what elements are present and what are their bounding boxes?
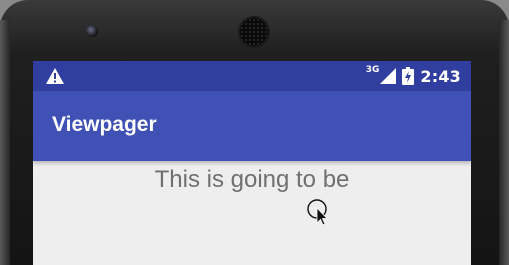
- bezel-left-edge: [0, 20, 10, 265]
- page-content-text: This is going to be: [154, 166, 350, 193]
- proximity-sensor: [404, 27, 410, 33]
- status-bar: 3G 2:43: [33, 61, 471, 91]
- app-title: Viewpager: [52, 113, 157, 136]
- light-sensor: [420, 27, 426, 33]
- device-screen: 3G 2:43 Viewpager This is going to be: [33, 61, 471, 265]
- bezel-right-edge: [499, 20, 509, 265]
- earpiece-speaker: [240, 18, 268, 46]
- app-toolbar: Viewpager: [33, 91, 471, 161]
- warning-icon: [46, 68, 64, 84]
- mouse-cursor-icon: [307, 199, 328, 226]
- status-indicators: 3G 2:43: [366, 61, 461, 91]
- front-camera: [86, 25, 98, 37]
- battery-icon: [402, 67, 415, 85]
- network-type-label: 3G: [365, 65, 380, 75]
- phone-frame: 3G 2:43 Viewpager This is going to be: [0, 0, 509, 265]
- status-time: 2:43: [420, 66, 461, 86]
- signal-icon: [380, 68, 397, 84]
